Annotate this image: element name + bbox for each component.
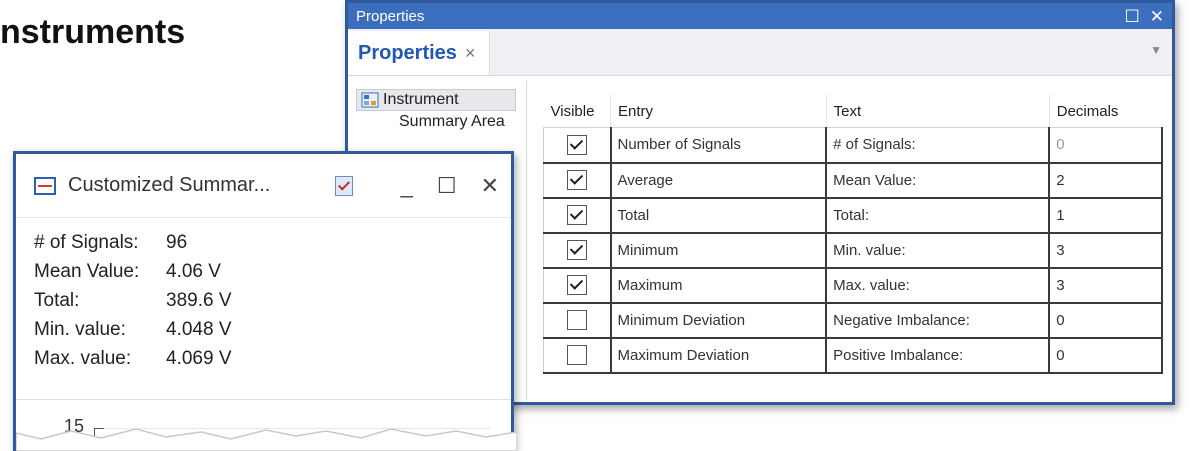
visible-cell	[543, 232, 612, 269]
torn-edge	[16, 428, 517, 451]
column-header[interactable]: Decimals	[1048, 95, 1162, 128]
properties-titlebar: Properties ☐ ✕	[348, 3, 1172, 29]
stat-value: 96	[166, 231, 188, 253]
summary-stat-row: # of Signals: 96	[34, 228, 511, 257]
summary-stat-row: Total: 389.6 V	[34, 286, 511, 315]
visible-checkbox[interactable]	[566, 240, 587, 260]
decimals-cell[interactable]: 3	[1048, 232, 1163, 269]
entry-cell[interactable]: Maximum	[610, 267, 828, 304]
decimals-cell[interactable]: 0	[1048, 302, 1163, 339]
close-icon[interactable]: ✕	[481, 174, 499, 197]
properties-grid: Visible Entry Text Decimals Number of Signa…	[543, 95, 1168, 374]
column-header[interactable]: Visible	[543, 95, 611, 128]
text-cell[interactable]: Min. value:	[825, 232, 1051, 269]
table-row: Maximum Max. value: 3	[543, 267, 1163, 304]
properties-window-title: Properties	[356, 7, 425, 25]
stat-label: Min. value:	[34, 318, 126, 340]
stat-label: Mean Value:	[34, 260, 140, 282]
table-row: Minimum Deviation Negative Imbalance: 0	[543, 302, 1163, 339]
summary-window-title: Customized Summar...	[68, 174, 271, 196]
checklist-icon[interactable]	[334, 175, 353, 196]
entry-cell[interactable]: Average	[610, 162, 828, 199]
tab-close-icon[interactable]: ×	[465, 43, 476, 64]
minimize-icon[interactable]: _	[401, 174, 413, 197]
visible-checkbox[interactable]	[566, 345, 587, 365]
tree-item-label: Instrument	[383, 91, 459, 108]
table-row: Minimum Min. value: 3	[543, 232, 1163, 269]
summary-window: Customized Summar... _ ☐ ✕ # of Signals:…	[13, 151, 517, 451]
decimals-cell[interactable]: 0	[1048, 337, 1163, 374]
table-row: Maximum Deviation Positive Imbalance: 0	[543, 337, 1163, 374]
tree-item[interactable]: Summary Area	[356, 111, 526, 133]
maximize-icon[interactable]: ☐	[437, 174, 457, 197]
stat-label: # of Signals:	[34, 231, 139, 253]
text-cell[interactable]: # of Signals:	[825, 127, 1051, 164]
visible-cell	[543, 302, 612, 339]
summary-stats: # of Signals: 96 Mean Value: 4.06 V Total: 38…	[16, 218, 511, 373]
decimals-cell[interactable]: 0	[1048, 127, 1163, 164]
decimals-cell[interactable]: 2	[1048, 162, 1163, 199]
tree-item-label: Summary Area	[399, 113, 505, 130]
summary-titlebar: Customized Summar... _ ☐ ✕	[16, 154, 511, 218]
properties-tabbar: Properties × ▼	[348, 29, 1172, 76]
text-cell[interactable]: Negative Imbalance:	[825, 302, 1051, 339]
entry-cell[interactable]: Number of Signals	[610, 127, 828, 164]
visible-cell	[543, 197, 612, 234]
maximize-icon[interactable]: ☐	[1125, 8, 1140, 25]
table-row: Total Total: 1	[543, 197, 1163, 234]
visible-cell	[543, 337, 612, 374]
decimals-cell[interactable]: 1	[1048, 197, 1163, 234]
tab-properties-label: Properties	[358, 41, 457, 64]
text-cell[interactable]: Total:	[825, 197, 1051, 234]
visible-checkbox[interactable]	[566, 170, 587, 190]
stat-value: 4.048 V	[166, 318, 232, 340]
summary-stat-row: Max. value: 4.069 V	[34, 344, 511, 373]
panel-divider	[526, 81, 527, 401]
column-header[interactable]: Text	[825, 95, 1050, 128]
visible-cell	[543, 162, 612, 199]
entry-cell[interactable]: Maximum Deviation	[610, 337, 828, 374]
entry-cell[interactable]: Minimum Deviation	[610, 302, 828, 339]
divider	[16, 399, 511, 400]
visible-cell	[543, 267, 612, 304]
summary-stat-row: Mean Value: 4.06 V	[34, 257, 511, 286]
entry-cell[interactable]: Total	[610, 197, 828, 234]
text-cell[interactable]: Max. value:	[825, 267, 1051, 304]
stat-value: 4.069 V	[166, 347, 232, 369]
tab-properties[interactable]: Properties ×	[348, 31, 491, 75]
stat-value: 389.6 V	[166, 289, 232, 311]
visible-checkbox[interactable]	[566, 275, 587, 295]
stat-value: 4.06 V	[166, 260, 221, 282]
stat-label: Max. value:	[34, 347, 132, 369]
text-cell[interactable]: Mean Value:	[825, 162, 1051, 199]
column-header[interactable]: Entry	[610, 95, 827, 128]
text-cell[interactable]: Positive Imbalance:	[825, 337, 1051, 374]
table-row: Average Mean Value: 2	[543, 162, 1163, 199]
visible-checkbox[interactable]	[566, 310, 587, 330]
visible-checkbox[interactable]	[566, 134, 587, 155]
visible-cell	[543, 127, 612, 164]
instrument-icon	[361, 92, 379, 108]
decimals-cell[interactable]: 3	[1048, 267, 1163, 304]
tree-item[interactable]: Instrument	[356, 89, 516, 111]
entry-cell[interactable]: Minimum	[610, 232, 828, 269]
signal-chart-icon	[34, 176, 56, 195]
close-icon[interactable]: ✕	[1150, 8, 1164, 25]
stat-label: Total:	[34, 289, 80, 311]
visible-checkbox[interactable]	[566, 205, 587, 225]
page-heading: nstruments	[0, 13, 186, 51]
table-row: Number of Signals # of Signals: 0	[543, 127, 1163, 164]
summary-stat-row: Min. value: 4.048 V	[34, 315, 511, 344]
tab-dropdown-icon[interactable]: ▼	[1150, 43, 1162, 57]
